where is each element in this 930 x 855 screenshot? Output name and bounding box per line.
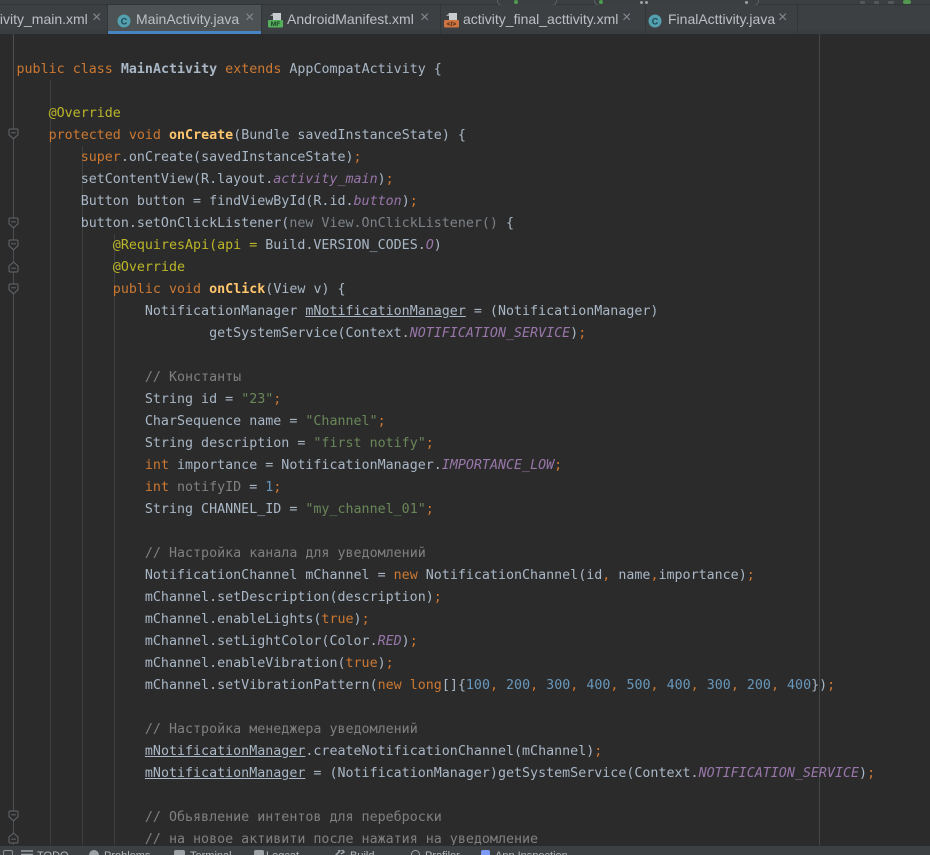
svg-text:C: C — [121, 17, 128, 27]
svg-text:MF: MF — [271, 21, 280, 28]
svg-text:C: C — [652, 17, 659, 27]
svg-text:</>: </> — [447, 21, 457, 28]
